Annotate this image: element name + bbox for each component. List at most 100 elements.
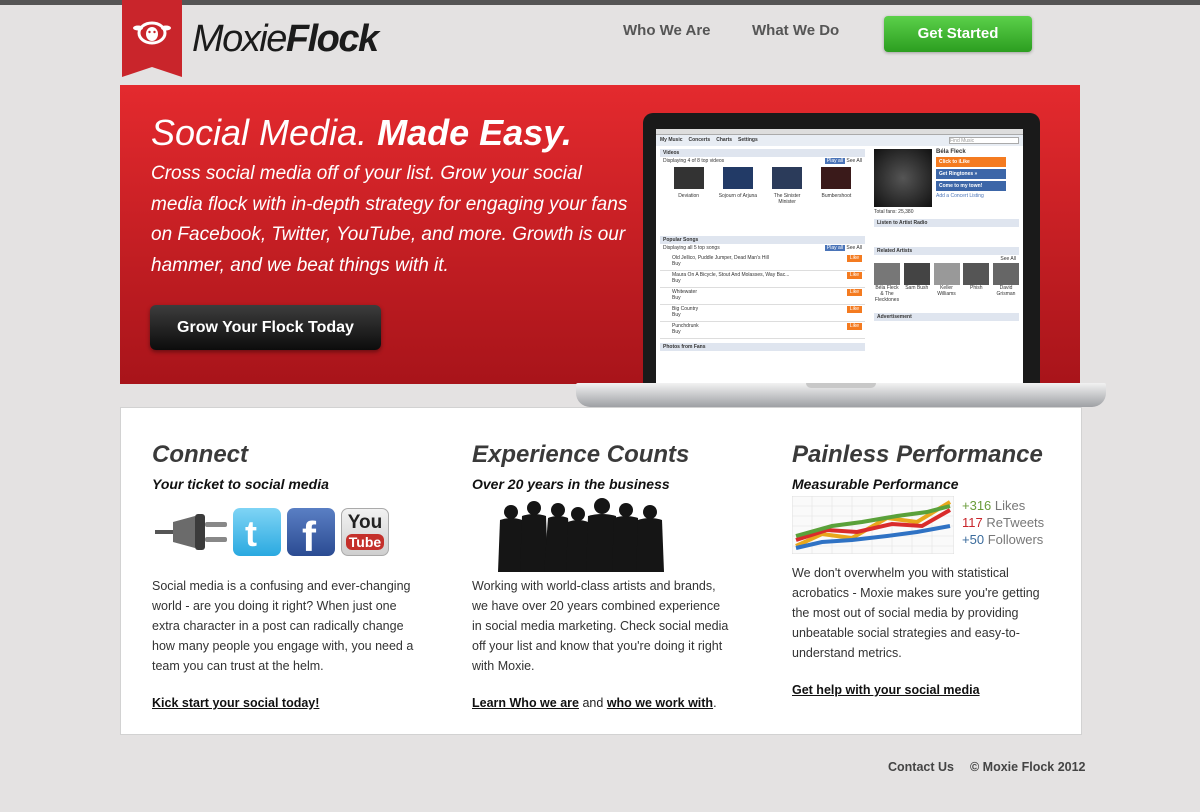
app-tab: My Music (660, 137, 683, 143)
photos-heading: Photos from Fans (660, 343, 865, 351)
laptop-display: My Music Concerts Charts Settings Find M… (656, 129, 1023, 385)
logo-wordmark[interactable]: MoxieFlock (192, 18, 379, 61)
video-image (722, 167, 753, 189)
related-artist-name: Sam Bush (905, 285, 929, 291)
song-row: Whitewater Buy Like (660, 288, 865, 305)
radio-heading: Listen to Artist Radio (874, 219, 1019, 227)
artist-photo (874, 149, 932, 207)
hero-title: Social Media. Made Easy. (151, 112, 572, 154)
video-title: Bumbershoot (821, 193, 852, 199)
followers-stat: +50 Followers (962, 532, 1043, 547)
song-title: Maura On A Bicycle, Stout And Molasses, … (672, 272, 790, 278)
app-tab: Settings (738, 137, 758, 143)
related-artist-name: David Grisman (996, 285, 1016, 297)
videos-panel: Videos Displaying 4 of 8 top videos Play… (660, 149, 865, 205)
song-row: Punchdrunk Buy Like (660, 322, 865, 339)
app-tab: Concerts (688, 137, 711, 143)
song-row: Old Jellico, Puddle Jumper, Dead Man's H… (660, 254, 865, 271)
performance-title: Painless Performance (792, 441, 1043, 468)
sheep-icon (133, 21, 171, 45)
song-buy: Buy (672, 295, 681, 301)
plug-icon (155, 514, 227, 550)
concert-listing-link: Add a Concert Listing (936, 193, 984, 199)
song-title: Old Jellico, Puddle Jumper, Dead Man's H… (672, 255, 769, 261)
play-all-songs: Play all (824, 245, 846, 251)
artist-panel: Béla Fleck Click to iLike Get Ringtones … (874, 149, 1019, 321)
links-period: . (713, 696, 717, 710)
connect-subtitle: Your ticket to social media (152, 476, 329, 492)
ilike-button: Click to iLike (936, 157, 1006, 167)
team-silhouettes-icon (498, 498, 664, 572)
get-help-link[interactable]: Get help with your social media (792, 683, 980, 697)
who-we-work-with-link[interactable]: who we work with (607, 696, 713, 710)
twitter-icon[interactable]: t (233, 508, 281, 556)
song-buy: Buy (672, 312, 681, 318)
video-image (821, 167, 852, 189)
related-artist: Béla Fleck & The Flecktones (874, 263, 900, 303)
song-row: Big Country Buy Like (660, 305, 865, 322)
connect-title: Connect (152, 441, 248, 468)
video-image (772, 167, 803, 189)
hero-title-bold: Made Easy. (377, 112, 572, 153)
hero-description: Cross social media off of your list. Gro… (151, 163, 628, 276)
song-like-button: Like (846, 306, 862, 313)
youtube-word-bottom: Tube (346, 534, 384, 550)
related-heading: Related Artists (874, 247, 1019, 255)
laptop-base (576, 383, 1106, 407)
app-tab: Charts (716, 137, 733, 143)
nav-who-we-are[interactable]: Who We Are (623, 22, 711, 39)
links-joiner: and (582, 696, 604, 710)
song-buy: Buy (672, 278, 681, 284)
related-artist: Sam Bush (903, 263, 930, 303)
song-like-button: Like (846, 323, 862, 330)
song-buy: Buy (672, 329, 681, 335)
stat-value: 117 (962, 515, 983, 530)
get-started-button[interactable]: Get Started (884, 16, 1032, 52)
video-title: Sojourn of Arjuna (718, 193, 758, 199)
logo-word-bold: Flock (285, 18, 379, 60)
song-like-button: Like (846, 255, 862, 262)
performance-body: We don't overwhelm you with statistical … (792, 566, 1040, 660)
related-artist-name: Keller Williams (937, 285, 956, 297)
video-image (673, 167, 704, 189)
contact-us-link[interactable]: Contact Us (888, 760, 954, 774)
connect-body: Social media is a confusing and ever-cha… (152, 579, 414, 673)
related-artist-photo (963, 263, 990, 285)
logo-ribbon[interactable] (122, 0, 182, 77)
learn-who-we-are-link[interactable]: Learn Who we are (472, 696, 579, 710)
songs-count: Displaying all 5 top songs (663, 245, 720, 251)
related-artist-photo (903, 263, 930, 285)
song-row: Maura On A Bicycle, Stout And Molasses, … (660, 271, 865, 288)
video-thumb: The Sinister Minister (767, 165, 807, 205)
come-town-button: Come to my town! (936, 181, 1006, 191)
video-title: The Sinister Minister (773, 193, 801, 205)
experience-body: Working with world-class artists and bra… (472, 579, 729, 673)
songs-heading: Popular Songs (660, 236, 865, 244)
related-artist-name: Béla Fleck & The Flecktones (874, 285, 900, 303)
ringtones-button: Get Ringtones » (936, 169, 1006, 179)
songs-panel: Popular Songs Displaying all 5 top songs… (660, 236, 865, 351)
app-search-field: Find Music (949, 137, 1019, 144)
kick-start-link[interactable]: Kick start your social today! (152, 696, 319, 710)
facebook-icon[interactable]: f (287, 508, 335, 560)
experience-subtitle: Over 20 years in the business (472, 476, 670, 492)
experience-title: Experience Counts (472, 441, 690, 468)
stat-label: Likes (994, 498, 1026, 513)
grow-flock-button[interactable]: Grow Your Flock Today (150, 305, 381, 350)
nav-what-we-do[interactable]: What We Do (752, 22, 839, 39)
related-artist-photo (874, 263, 900, 285)
related-artist: Keller Williams (933, 263, 960, 303)
laptop-illustration: My Music Concerts Charts Settings Find M… (643, 113, 1040, 385)
hero-title-light: Social Media. (151, 112, 368, 153)
related-artist-name: Phish (969, 285, 983, 291)
video-title: Deviation (678, 193, 700, 199)
total-fans: Total fans: 25,380 (874, 209, 914, 215)
svg-text:t: t (245, 513, 257, 554)
youtube-icon[interactable]: You Tube (341, 508, 389, 556)
stat-value: +50 (962, 532, 985, 547)
related-artist-photo (993, 263, 1019, 285)
svg-text:f: f (302, 513, 317, 556)
song-like-button: Like (846, 289, 862, 296)
logo-word-light: Moxie (192, 18, 287, 60)
app-tabs: My Music Concerts Charts Settings Find M… (656, 135, 1023, 146)
